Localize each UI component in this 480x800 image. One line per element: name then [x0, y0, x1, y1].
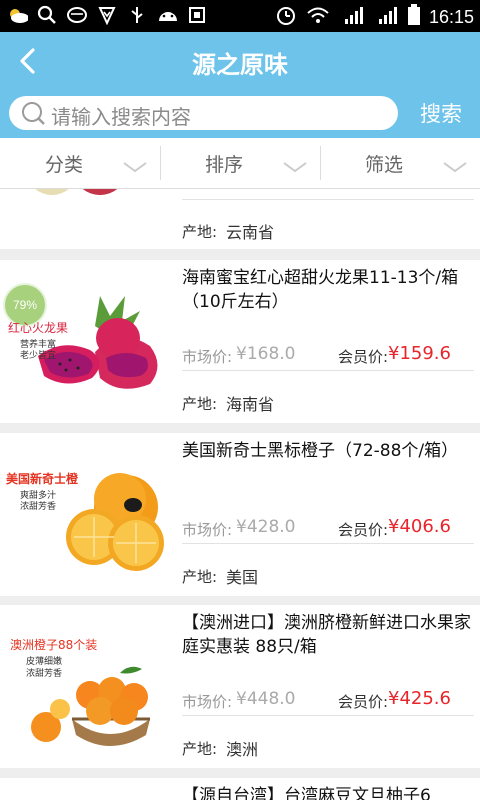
chevron-down-icon — [122, 158, 148, 177]
filter-screen-label: 筛选 — [365, 154, 404, 176]
divider — [182, 199, 474, 200]
search-button[interactable]: 搜索 — [420, 98, 462, 128]
market-price-label: 市场价: — [182, 693, 233, 711]
product-card-taiwan-pomelo[interactable]: 【源自台湾】台湾麻豆文旦柚子6 — [0, 778, 480, 800]
search-icon — [21, 101, 47, 131]
android-icon — [156, 5, 178, 25]
origin-label: 产地: — [182, 740, 218, 758]
chevron-down-icon — [442, 158, 468, 177]
origin-value: 云南省 — [226, 223, 275, 242]
market-price-label: 市场价: — [182, 348, 233, 366]
market-price-label: 市场价: — [182, 521, 233, 539]
alarm-icon — [275, 4, 297, 31]
member-price: ¥159.6 — [388, 343, 451, 364]
search-bar: 请输入搜索内容 搜索 — [0, 90, 480, 138]
filter-sort[interactable]: 排序 — [160, 138, 320, 188]
signal-1-icon — [339, 4, 365, 31]
market-price: ¥448.0 — [236, 689, 296, 709]
search-placeholder: 请输入搜索内容 — [51, 105, 191, 129]
product-card-australian-orange[interactable]: 澳洲橙子88个装 皮薄细嫩 浓甜芳香 【澳洲进口】澳洲脐橙新鲜进口水果家庭实惠装… — [0, 605, 480, 768]
filter-category[interactable]: 分类 — [0, 138, 160, 188]
origin-label: 产地: — [182, 568, 218, 586]
member-price-label: 会员价: — [338, 521, 389, 539]
filter-category-label: 分类 — [45, 154, 84, 176]
member-price: ¥425.6 — [388, 688, 451, 709]
product-image — [0, 611, 172, 761]
product-card-dragon-fruit[interactable]: 79% 红心火龙果 营养丰富 老少皆宜 海南蜜宝红心超甜火龙果11-13个/箱（… — [0, 260, 480, 423]
product-name[interactable]: 【源自台湾】台湾麻豆文旦柚子6 — [182, 784, 474, 800]
product-list[interactable]: 产地: 云南省 79% 红心火龙果 营养丰富 老少皆宜 海南蜜宝红心超甜火龙果1… — [0, 189, 480, 800]
battery-icon — [407, 4, 421, 31]
divider — [182, 370, 474, 371]
signal-2-icon — [373, 4, 399, 31]
status-bar: 16:15 — [0, 0, 480, 32]
status-time: 16:15 — [428, 7, 474, 27]
shield-icon — [96, 5, 118, 25]
image-sub2: 浓甜芳香 — [20, 502, 57, 512]
market-price: ¥428.0 — [236, 517, 296, 537]
product-image — [0, 439, 172, 589]
product-name[interactable]: 【澳洲进口】澳洲脐橙新鲜进口水果家庭实惠装 88只/箱 — [182, 611, 474, 659]
usb-icon — [126, 5, 148, 25]
origin-value: 澳洲 — [226, 740, 259, 759]
origin-label: 产地: — [182, 223, 218, 241]
market-price: ¥168.0 — [236, 344, 296, 364]
product-name[interactable]: 美国新奇士黑标橙子（72-88个/箱） — [182, 439, 474, 463]
member-price-label: 会员价: — [338, 693, 389, 711]
product-card-sunkist-orange[interactable]: 美国新奇士橙 爽甜多汁 浓甜芳香 美国新奇士黑标橙子（72-88个/箱） 市场价… — [0, 433, 480, 596]
product-name[interactable]: 海南蜜宝红心超甜火龙果11-13个/箱（10斤左右） — [182, 266, 474, 314]
image-caption: 红心火龙果 — [8, 321, 69, 335]
page-title: 源之原味 — [192, 51, 288, 79]
chevron-down-icon — [282, 158, 308, 177]
image-sub2: 老少皆宜 — [20, 351, 57, 361]
weather-icon — [6, 5, 28, 25]
wifi-icon — [305, 4, 331, 31]
image-caption: 美国新奇士橙 — [6, 472, 79, 486]
image-caption: 澳洲橙子88个装 — [10, 638, 98, 652]
screenshot-icon — [186, 5, 208, 25]
member-price: ¥406.6 — [388, 516, 451, 537]
emoji-icon — [66, 5, 88, 25]
product-image — [0, 189, 172, 221]
search-icon — [36, 5, 58, 25]
search-input[interactable]: 请输入搜索内容 — [9, 96, 398, 130]
filter-screen[interactable]: 筛选 — [320, 138, 480, 188]
filter-sort-label: 排序 — [205, 154, 244, 176]
app-bar: 源之原味 — [0, 32, 480, 90]
product-card-pomelo-pomegranate[interactable]: 产地: 云南省 — [0, 189, 480, 249]
filter-bar: 分类 排序 筛选 — [0, 138, 480, 189]
origin-label: 产地: — [182, 395, 218, 413]
divider — [182, 543, 474, 544]
divider — [182, 715, 474, 716]
origin-value: 海南省 — [226, 395, 275, 414]
member-price-label: 会员价: — [338, 348, 389, 366]
origin-value: 美国 — [226, 568, 259, 587]
image-sub2: 浓甜芳香 — [26, 669, 63, 679]
